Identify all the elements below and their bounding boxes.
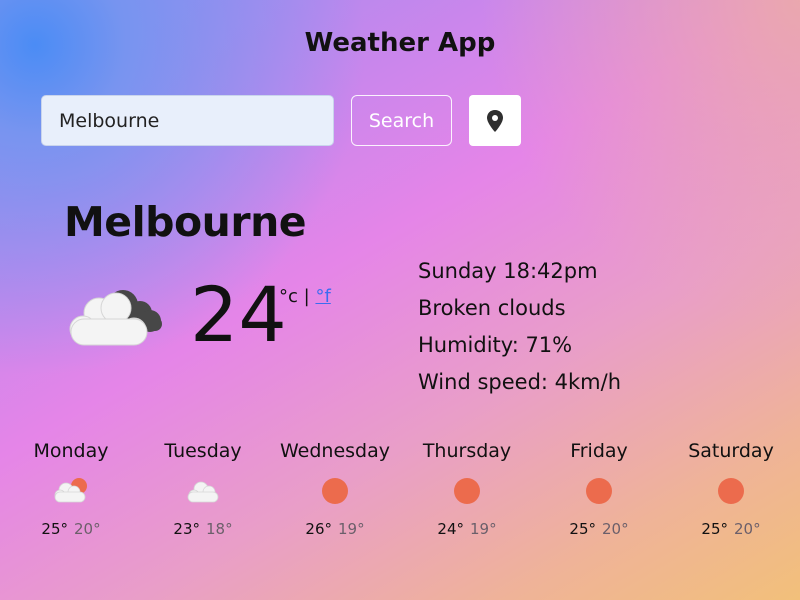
search-button[interactable]: Search xyxy=(351,95,452,146)
description-text: Broken clouds xyxy=(418,296,566,320)
partly-cloudy-icon xyxy=(54,478,87,503)
forecast-max-temp: 26° xyxy=(305,520,332,538)
forecast-max-temp: 25° xyxy=(569,520,596,538)
app-title: Weather App xyxy=(304,28,496,58)
sun-icon xyxy=(322,478,348,504)
forecast-day: Thursday 24° 19° xyxy=(401,440,533,538)
forecast-max-temp: 25° xyxy=(41,520,68,538)
forecast-min-temp: 20° xyxy=(734,520,761,538)
forecast-day-name: Wednesday xyxy=(279,440,390,462)
sun-icon xyxy=(454,478,480,504)
forecast-day-name: Saturday xyxy=(688,440,774,462)
unit-celsius[interactable]: °c xyxy=(279,286,298,307)
forecast-max-temp: 25° xyxy=(701,520,728,538)
map-pin-icon xyxy=(487,109,503,132)
wind-speed-text: Wind speed: 4km/h xyxy=(418,370,622,394)
forecast-min-temp: 20° xyxy=(602,520,629,538)
forecast-day-name: Tuesday xyxy=(164,440,242,462)
unit-fahrenheit-link[interactable]: °f xyxy=(315,286,330,307)
forecast-min-temp: 18° xyxy=(206,520,233,538)
forecast-max-temp: 23° xyxy=(173,520,200,538)
forecast-day: Saturday 25° 20° xyxy=(665,440,797,538)
forecast-day-name: Thursday xyxy=(422,440,512,462)
forecast-day: Wednesday 26° 19° xyxy=(269,440,401,538)
forecast-day: Tuesday 23° 18° xyxy=(137,440,269,538)
cloud-icon xyxy=(187,481,219,503)
cloudy-icon xyxy=(69,290,162,346)
forecast-day: Monday 25° 20° xyxy=(5,440,137,538)
unit-toggle: °c | °f xyxy=(279,286,331,307)
humidity-text: Humidity: 71% xyxy=(418,333,573,357)
city-name: Melbourne xyxy=(64,198,307,246)
sun-icon xyxy=(586,478,612,504)
current-temperature: 24 xyxy=(190,270,287,359)
forecast-min-temp: 20° xyxy=(74,520,101,538)
location-button[interactable] xyxy=(469,95,521,146)
datetime-text: Sunday 18:42pm xyxy=(418,259,598,283)
forecast-min-temp: 19° xyxy=(470,520,497,538)
forecast-day-name: Friday xyxy=(570,440,628,462)
unit-separator: | xyxy=(303,286,310,307)
forecast-max-temp: 24° xyxy=(437,520,464,538)
weather-details: Sunday 18:42pm Broken clouds Humidity: 7… xyxy=(418,253,621,401)
forecast-min-temp: 19° xyxy=(338,520,365,538)
forecast-day: Friday 25° 20° xyxy=(533,440,665,538)
sun-icon xyxy=(718,478,744,504)
search-input[interactable] xyxy=(41,95,334,146)
forecast-day-name: Monday xyxy=(33,440,109,462)
